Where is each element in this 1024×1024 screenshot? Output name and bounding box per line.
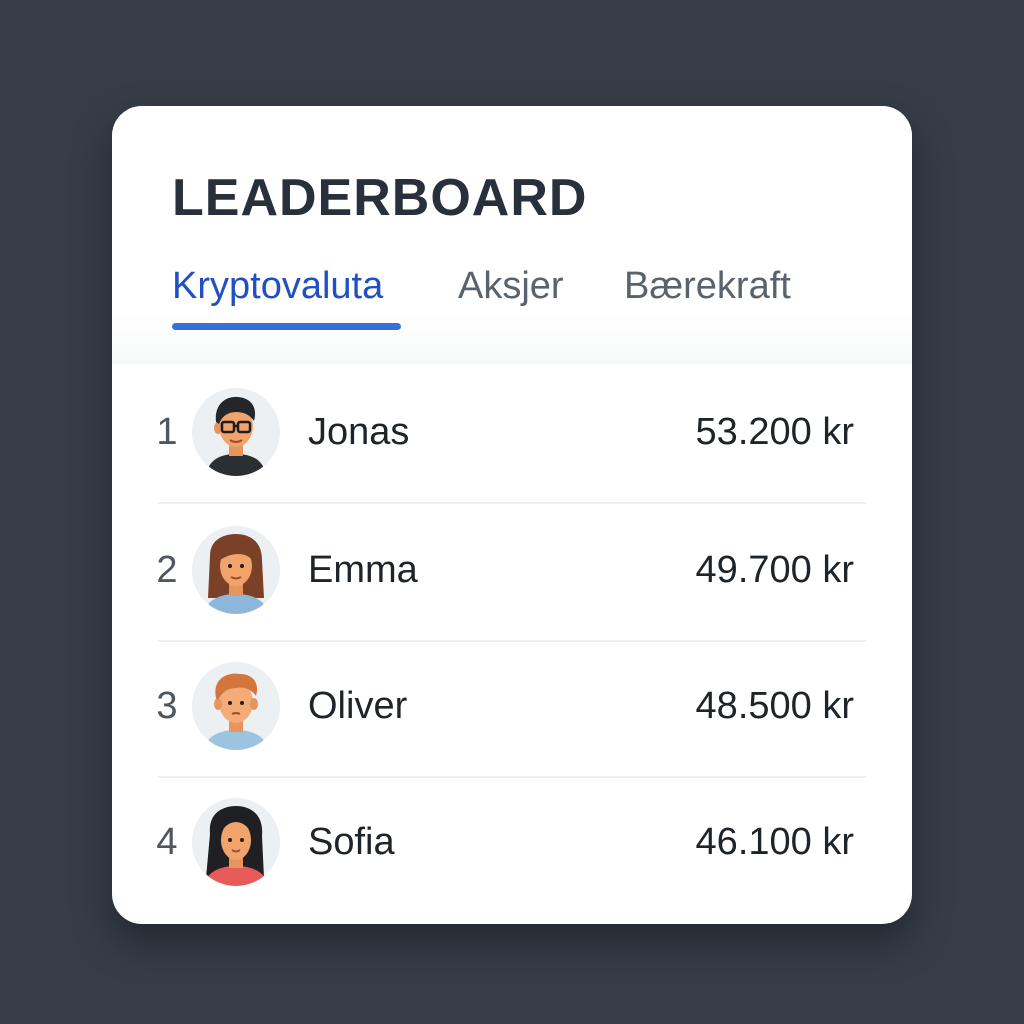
rank-number: 4 bbox=[156, 821, 178, 863]
list-item[interactable]: 2 Emma 49.700 kr bbox=[112, 502, 912, 638]
rank-number: 1 bbox=[156, 411, 178, 453]
list-item[interactable]: 1 Jonas 53.200 kr bbox=[112, 364, 912, 500]
list-item[interactable]: 4 Sofia 46.100 kr bbox=[112, 774, 912, 910]
rank-number: 3 bbox=[156, 685, 178, 727]
player-name: Jonas bbox=[308, 411, 410, 453]
player-amount: 49.700 kr bbox=[695, 549, 854, 591]
woman-brown-hair-avatar-icon bbox=[192, 526, 280, 614]
player-name: Oliver bbox=[308, 685, 408, 727]
player-name: Emma bbox=[308, 549, 418, 591]
leaderboard-card: LEADERBOARD Kryptovaluta Aksjer Bærekraf… bbox=[112, 106, 912, 924]
tab-baerekraft[interactable]: Bærekraft bbox=[624, 264, 791, 308]
man-red-hair-avatar-icon bbox=[192, 662, 280, 750]
man-with-glasses-avatar-icon bbox=[192, 388, 280, 476]
tab-aksjer[interactable]: Aksjer bbox=[458, 264, 564, 308]
player-amount: 53.200 kr bbox=[695, 411, 854, 453]
player-name: Sofia bbox=[308, 821, 395, 863]
tab-kryptovaluta[interactable]: Kryptovaluta bbox=[172, 264, 383, 308]
active-tab-indicator bbox=[172, 323, 401, 330]
player-amount: 46.100 kr bbox=[695, 821, 854, 863]
player-amount: 48.500 kr bbox=[695, 685, 854, 727]
woman-black-hair-avatar-icon bbox=[192, 798, 280, 886]
page-title: LEADERBOARD bbox=[172, 169, 588, 227]
list-item[interactable]: 3 Oliver 48.500 kr bbox=[112, 638, 912, 774]
leaderboard-header: LEADERBOARD Kryptovaluta Aksjer Bærekraf… bbox=[112, 106, 912, 364]
rank-number: 2 bbox=[156, 549, 178, 591]
